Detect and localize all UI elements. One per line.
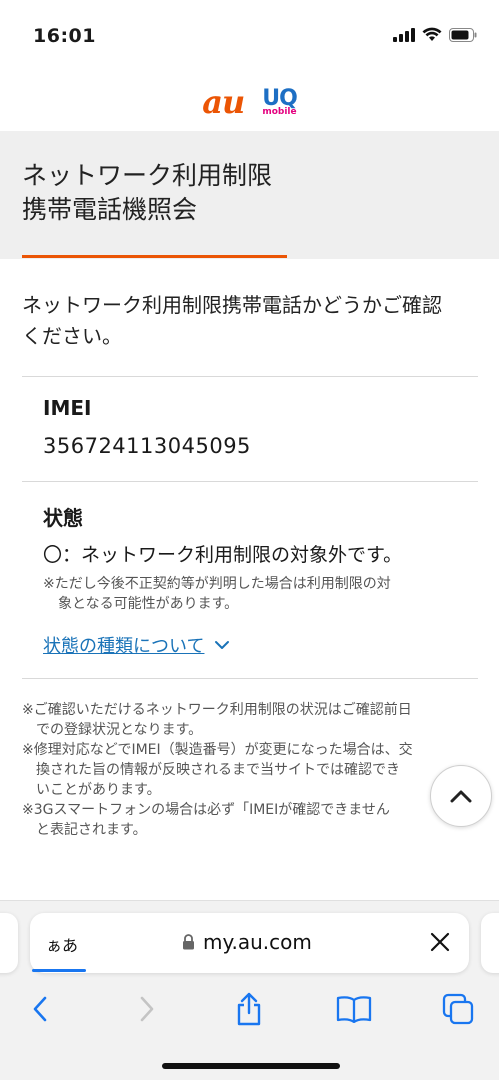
page-title: ネットワーク利用制限 携帯電話機照会 <box>22 161 273 224</box>
au-logo[interactable]: au <box>202 83 245 121</box>
brand-header: au UQ mobile <box>0 72 499 132</box>
close-icon[interactable] <box>427 929 453 955</box>
browser-toolbar <box>0 983 499 1033</box>
imei-label: IMEI <box>43 396 92 420</box>
chevron-right-icon <box>140 996 154 1022</box>
divider <box>22 376 478 377</box>
browser-chrome: ぁあ my.au.com <box>0 900 499 1080</box>
book-icon <box>336 996 372 1023</box>
note-item: ※修理対応などでIMEI（製造番号）が変更になった場合は、交 換された旨の情報が… <box>22 742 413 798</box>
share-button[interactable] <box>229 989 269 1029</box>
lock-icon <box>183 934 194 950</box>
url-display[interactable]: my.au.com <box>182 930 312 954</box>
back-button[interactable] <box>20 989 60 1029</box>
address-bar[interactable]: ぁあ my.au.com <box>30 913 469 973</box>
status-icons <box>393 27 477 42</box>
intro-text: ネットワーク利用制限携帯電話かどうかご確認 ください。 <box>22 293 442 348</box>
wifi-icon <box>422 27 442 41</box>
title-underline <box>22 255 287 258</box>
title-band: ネットワーク利用制限 携帯電話機照会 <box>0 131 499 259</box>
status-time: 16:01 <box>33 25 96 47</box>
chevron-up-icon <box>450 790 472 803</box>
notes: ※ご確認いただけるネットワーク利用制限の状況はご確認前日 での登録状況となります… <box>22 700 472 840</box>
loading-indicator <box>32 969 86 972</box>
bookmarks-button[interactable] <box>334 989 374 1029</box>
previous-tab-card[interactable] <box>0 913 18 973</box>
page-settings-button[interactable]: ぁあ <box>46 932 78 956</box>
divider <box>22 481 478 482</box>
home-indicator <box>162 1063 340 1069</box>
tabs-button[interactable] <box>438 989 478 1029</box>
forward-button[interactable] <box>127 989 167 1029</box>
imei-value: 356724113045095 <box>43 434 251 458</box>
battery-icon <box>449 27 477 42</box>
tabs-icon <box>442 993 474 1025</box>
state-value: 〇：ネットワーク利用制限の対象外です。 <box>43 544 403 566</box>
divider <box>22 678 478 679</box>
scroll-to-top-button[interactable] <box>430 765 492 827</box>
chevron-left-icon <box>33 996 47 1022</box>
state-label: 状態 <box>43 506 83 530</box>
uq-mobile-logo[interactable]: UQ mobile <box>262 87 298 117</box>
share-icon <box>237 992 261 1026</box>
state-note: ※ただし今後不正契約等が判明した場合は利用制限の対 象となる可能性があります。 <box>43 576 391 612</box>
note-item: ※ご確認いただけるネットワーク利用制限の状況はご確認前日 での登録状況となります… <box>22 702 412 738</box>
cellular-signal-icon <box>393 27 415 42</box>
next-tab-card[interactable] <box>481 913 499 973</box>
status-bar: 16:01 <box>0 0 499 72</box>
note-item: ※3Gスマートフォンの場合は必ず「IMEIが確認できません と表記されます。 <box>22 802 390 838</box>
state-types-link[interactable]: 状態の種類について <box>43 632 230 658</box>
chevron-down-icon <box>215 641 230 649</box>
